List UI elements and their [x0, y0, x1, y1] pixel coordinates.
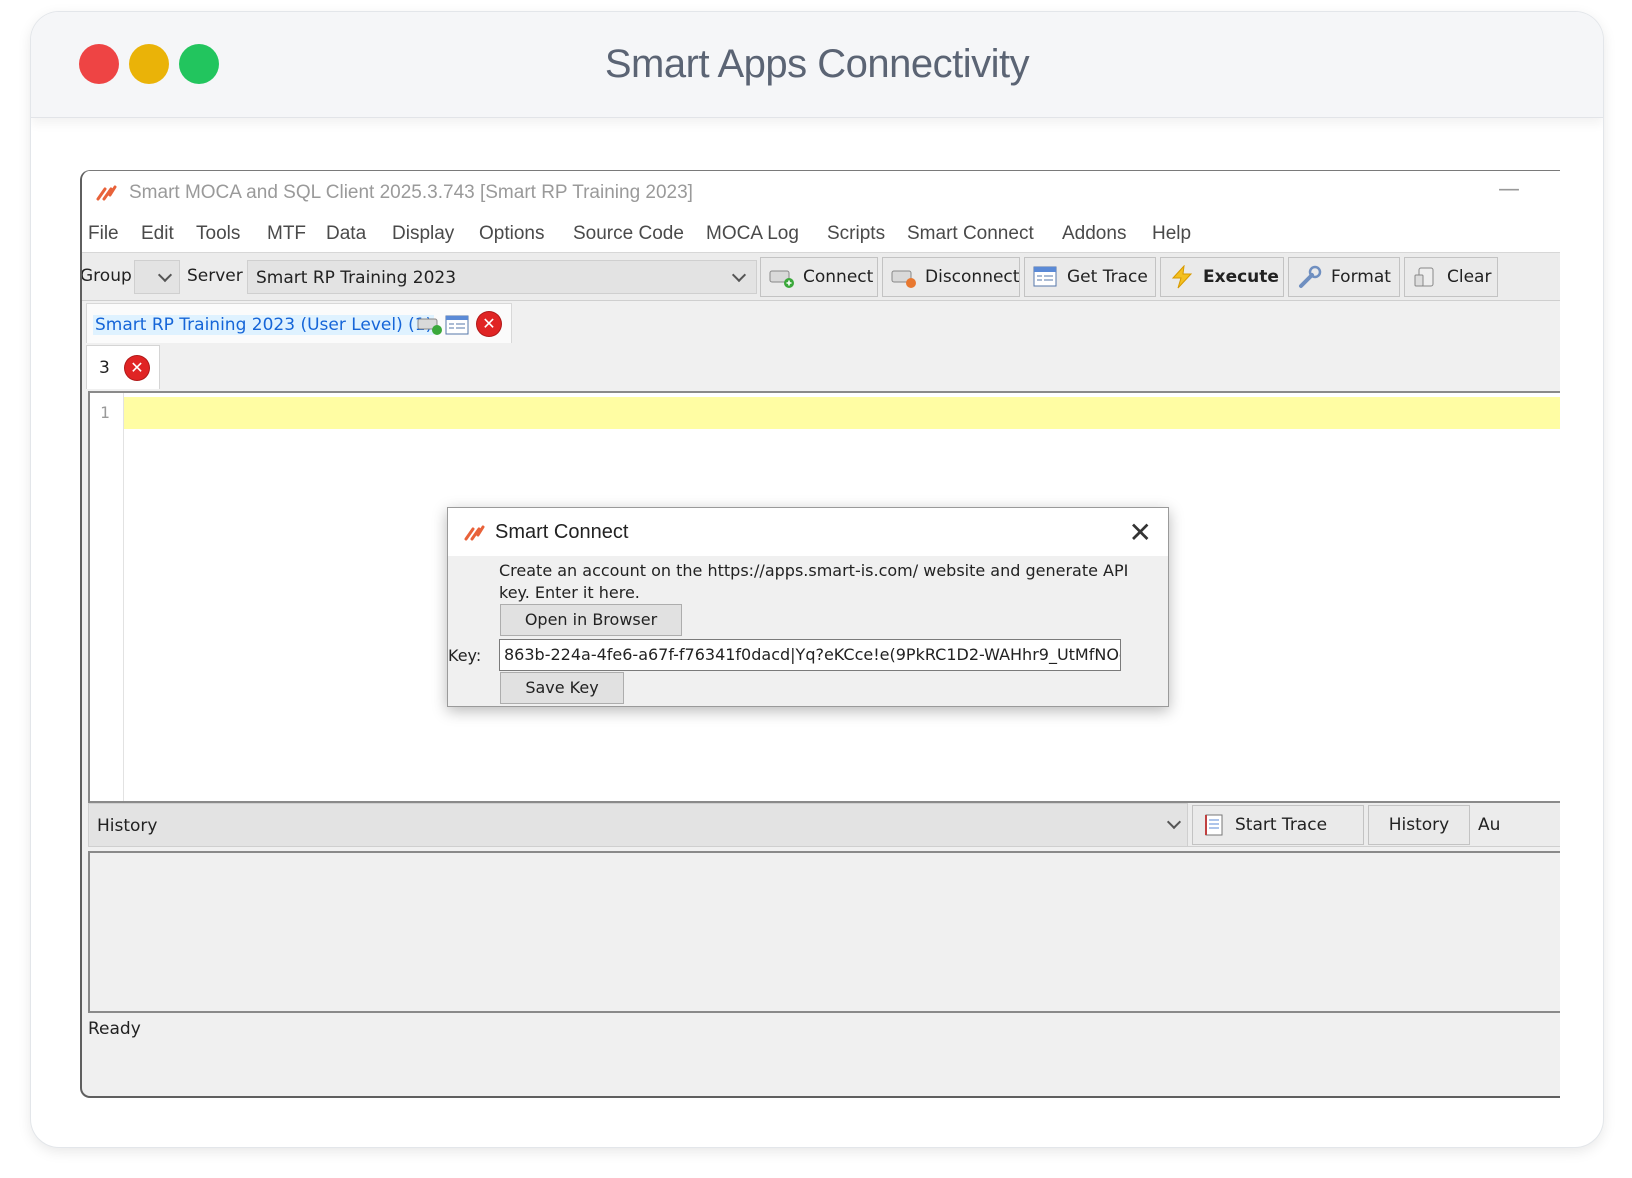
clear-button[interactable]: Clear [1404, 257, 1498, 297]
lightning-icon [1171, 265, 1193, 289]
truncated-button-label[interactable]: Au [1478, 815, 1500, 835]
window-title: Smart Apps Connectivity [604, 42, 1030, 86]
history-button[interactable]: History [1368, 805, 1470, 845]
execute-button[interactable]: Execute [1160, 257, 1284, 297]
eraser-icon [1414, 267, 1434, 287]
connect-icon [769, 270, 794, 288]
history-select[interactable]: History [88, 803, 1188, 847]
menu-data[interactable]: Data [326, 223, 366, 245]
dialog-title: Smart Connect [495, 521, 629, 543]
app-logo-icon [96, 185, 117, 201]
output-panel [88, 851, 1560, 1013]
menu-mtf[interactable]: MTF [267, 223, 306, 245]
menu-edit[interactable]: Edit [141, 223, 174, 245]
frame-header: Smart Apps Connectivity [31, 12, 1603, 118]
menu-display[interactable]: Display [392, 223, 454, 245]
close-editor-tab-icon[interactable]: ✕ [125, 356, 149, 380]
connection-tab-row: Smart RP Training 2023 (User Level) (1) … [82, 301, 1560, 343]
dialog-titlebar: Smart Connect ✕ [448, 508, 1168, 556]
api-key-input[interactable]: 863b-224a-4fe6-a67f-f76341f0dacd|Yq?eKCc… [499, 639, 1121, 671]
close-tab-icon[interactable]: ✕ [477, 312, 501, 336]
history-bar: History Start Trace History Au [88, 803, 1560, 847]
group-select[interactable] [134, 260, 180, 294]
chevron-down-icon [731, 267, 747, 283]
menu-scripts[interactable]: Scripts [827, 223, 885, 245]
format-button[interactable]: Format [1288, 257, 1400, 297]
menu-tools[interactable]: Tools [196, 223, 240, 245]
menu-options[interactable]: Options [479, 223, 544, 245]
group-label: Group [80, 266, 132, 286]
menu-addons[interactable]: Addons [1062, 223, 1126, 245]
connect-button[interactable]: Connect [760, 257, 878, 297]
smart-connect-dialog: Smart Connect ✕ Create an account on the… [447, 507, 1169, 707]
chevron-down-icon [157, 267, 173, 283]
disconnect-icon [891, 270, 916, 288]
menu-moca-log[interactable]: MOCA Log [706, 223, 799, 245]
line-number: 1 [100, 403, 110, 422]
key-label: Key: [448, 646, 482, 665]
menu-bar: File Edit Tools MTF Data Display Options… [82, 215, 1560, 253]
editor-tab[interactable]: 3 ✕ [86, 345, 160, 389]
start-trace-button[interactable]: Start Trace [1192, 805, 1364, 845]
chevron-down-icon [1166, 814, 1182, 830]
close-icon[interactable]: ✕ [1129, 516, 1152, 549]
line-number-gutter: 1 [90, 393, 124, 801]
dialog-message: Create an account on the https://apps.sm… [499, 561, 1129, 602]
menu-file[interactable]: File [88, 223, 119, 245]
menu-source-code[interactable]: Source Code [573, 223, 684, 245]
connection-tab[interactable]: Smart RP Training 2023 (User Level) (1) … [86, 303, 512, 343]
trace-icon [1033, 266, 1057, 287]
toolbar: Group Server Smart RP Training 2023 Conn… [82, 253, 1560, 301]
notepad-icon [1205, 814, 1223, 836]
connection-tab-label: Smart RP Training 2023 (User Level) (1) [93, 315, 435, 335]
editor-tab-row: 3 ✕ [82, 343, 1560, 391]
open-in-browser-button[interactable]: Open in Browser [500, 604, 682, 636]
disconnect-button[interactable]: Disconnect [882, 257, 1020, 297]
minimize-button[interactable]: — [1498, 177, 1520, 202]
status-text: Ready [88, 1019, 141, 1039]
menu-smart-connect[interactable]: Smart Connect [907, 223, 1034, 245]
editor-tab-label: 3 [99, 358, 110, 378]
wrench-icon [1299, 265, 1322, 288]
server-label: Server [187, 266, 243, 286]
save-key-button[interactable]: Save Key [500, 672, 624, 704]
server-value: Smart RP Training 2023 [256, 268, 457, 288]
server-select[interactable]: Smart RP Training 2023 [247, 260, 757, 294]
app-title: Smart MOCA and SQL Client 2025.3.743 [Sm… [129, 182, 693, 203]
connect-icon [417, 318, 442, 335]
app-titlebar: Smart MOCA and SQL Client 2025.3.743 [Sm… [82, 171, 1560, 215]
menu-help[interactable]: Help [1152, 223, 1191, 245]
app-logo-icon [464, 525, 485, 541]
get-trace-button[interactable]: Get Trace [1024, 257, 1156, 297]
active-line-highlight [90, 397, 1560, 429]
trace-icon[interactable] [445, 314, 471, 336]
